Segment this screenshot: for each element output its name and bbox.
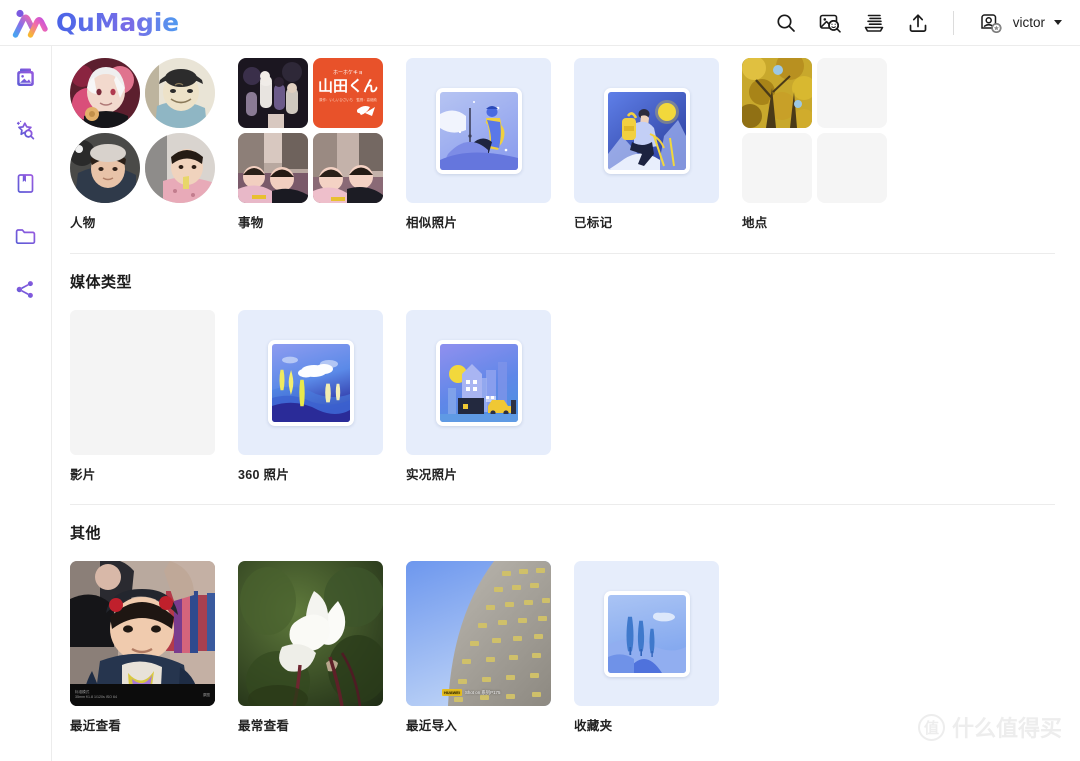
illustration-flag bbox=[406, 58, 551, 203]
section-divider bbox=[70, 253, 1055, 254]
tile-live-photo[interactable]: 实况照片 bbox=[406, 310, 551, 483]
tile-recently-imported[interactable]: HUAWEI Shot on 系列P175 最近导入 bbox=[406, 561, 551, 734]
exif-right: 原图 bbox=[202, 692, 210, 697]
section-title: 其他 bbox=[70, 525, 102, 542]
empty-thumbnail bbox=[817, 133, 887, 203]
tile-label: 已标记 bbox=[574, 216, 613, 230]
illustration-city bbox=[406, 310, 551, 455]
photo-kid: 标准模式 35mm f/1.8 1/120s ISO 64 原图 bbox=[70, 561, 215, 706]
avatar bbox=[70, 133, 140, 203]
svg-text:原作：いしいひさいち 監督：高畑勲: 原作：いしいひさいち 監督：高畑勲 bbox=[319, 97, 377, 102]
svg-text:山田くん: 山田くん bbox=[318, 78, 378, 95]
slideshow-icon[interactable] bbox=[863, 12, 885, 34]
section-media-type: 媒体类型 影片 360 照片 实况照片 bbox=[70, 253, 1080, 483]
brand[interactable]: QuMagie bbox=[0, 8, 179, 38]
avatar bbox=[70, 58, 140, 128]
watermark-text: 什么值得买 bbox=[951, 716, 1062, 741]
section-title: 媒体类型 bbox=[70, 274, 133, 291]
toolbar-divider bbox=[952, 10, 954, 35]
image-search-icon[interactable] bbox=[819, 12, 841, 34]
places-grid bbox=[742, 58, 887, 203]
top-bar-actions: victor bbox=[775, 0, 1080, 45]
tile-tagged[interactable]: 已标记 bbox=[574, 58, 719, 231]
chevron-down-icon[interactable] bbox=[1054, 20, 1062, 25]
people-grid bbox=[70, 58, 215, 203]
section-top: 人物 ホーホケキョ 山田くん 原作：いしいひさいち 監督：高畑勲 事物 相似照片… bbox=[70, 46, 1080, 231]
sidebar-item-albums[interactable] bbox=[9, 166, 43, 200]
tile-video[interactable]: 影片 bbox=[70, 310, 215, 483]
exif-line-2: 35mm f/1.8 1/120s ISO 64 bbox=[75, 695, 117, 699]
photo-building: HUAWEI Shot on 系列P175 bbox=[406, 561, 551, 706]
shot-on-watermark: HUAWEI Shot on 系列P175 bbox=[442, 689, 500, 696]
tile-label: 相似照片 bbox=[406, 216, 458, 230]
sidebar bbox=[0, 46, 52, 761]
sidebar-item-shared[interactable] bbox=[9, 272, 43, 306]
avatar bbox=[145, 58, 215, 128]
tile-row-media: 影片 360 照片 实况照片 bbox=[70, 310, 1080, 483]
tile-label: 人物 bbox=[70, 216, 96, 230]
shot-chip: HUAWEI bbox=[442, 689, 462, 696]
watermark-mark: 值 bbox=[917, 713, 945, 741]
tile-label: 收藏夹 bbox=[574, 719, 613, 733]
tile-recently-viewed[interactable]: 标准模式 35mm f/1.8 1/120s ISO 64 原图 最近查看 bbox=[70, 561, 215, 734]
thumbnail bbox=[742, 58, 812, 128]
thumbnail: ホーホケキョ 山田くん 原作：いしいひさいち 監督：高畑勲 bbox=[313, 58, 383, 128]
user-menu[interactable]: victor bbox=[978, 10, 1062, 36]
qumagie-logo-icon bbox=[12, 8, 48, 38]
tile-360-photo[interactable]: 360 照片 bbox=[238, 310, 383, 483]
tile-row-other: 标准模式 35mm f/1.8 1/120s ISO 64 原图 最近查看 最常… bbox=[70, 561, 1080, 734]
tile-row-top: 人物 ホーホケキョ 山田くん 原作：いしいひさいち 監督：高畑勲 事物 相似照片… bbox=[70, 58, 1080, 231]
empty-thumbnail bbox=[817, 58, 887, 128]
tile-label: 最近查看 bbox=[70, 719, 122, 733]
tile-things[interactable]: ホーホケキョ 山田くん 原作：いしいひさいち 監督：高畑勲 事物 bbox=[238, 58, 383, 231]
exif-line-1: 标准模式 bbox=[75, 689, 90, 694]
illustration-trees bbox=[574, 561, 719, 706]
user-name: victor bbox=[1012, 15, 1045, 30]
tile-places[interactable]: 地点 bbox=[742, 58, 887, 231]
tile-label: 最常查看 bbox=[238, 719, 290, 733]
things-grid: ホーホケキョ 山田くん 原作：いしいひさいち 監督：高畑勲 bbox=[238, 58, 383, 203]
top-bar: QuMagie victor bbox=[0, 0, 1080, 46]
section-divider bbox=[70, 504, 1055, 505]
tile-most-viewed[interactable]: 最常查看 bbox=[238, 561, 383, 734]
tile-favorites[interactable]: 收藏夹 bbox=[574, 561, 719, 734]
sidebar-item-photos[interactable] bbox=[9, 60, 43, 94]
sidebar-item-explore[interactable] bbox=[9, 113, 43, 147]
tile-label: 地点 bbox=[742, 216, 768, 230]
main-content: 人物 ホーホケキョ 山田くん 原作：いしいひさいち 監督：高畑勲 事物 相似照片… bbox=[53, 46, 1080, 761]
user-avatar-icon bbox=[978, 10, 1004, 36]
thumbnail bbox=[238, 58, 308, 128]
illustration-landscape bbox=[238, 310, 383, 455]
app-title: QuMagie bbox=[56, 8, 179, 37]
search-icon[interactable] bbox=[775, 12, 797, 34]
thumbnail bbox=[313, 133, 383, 203]
tile-similar-photos[interactable]: 相似照片 bbox=[406, 58, 551, 231]
tile-people[interactable]: 人物 bbox=[70, 58, 215, 231]
tile-label: 影片 bbox=[70, 468, 96, 482]
tile-label: 360 照片 bbox=[238, 468, 290, 482]
upload-icon[interactable] bbox=[907, 12, 929, 34]
exif-overlay: 标准模式 35mm f/1.8 1/120s ISO 64 原图 bbox=[70, 684, 215, 706]
thumbnail bbox=[238, 133, 308, 203]
svg-text:ホーホケキョ: ホーホケキョ bbox=[333, 69, 363, 76]
photo-flower bbox=[238, 561, 383, 706]
tile-label: 事物 bbox=[238, 216, 264, 230]
site-watermark: 值 什么值得买 bbox=[917, 711, 1062, 743]
section-other: 其他 标准模式 35mm f/1.8 1/120s ISO 64 原图 最近查看… bbox=[70, 504, 1080, 734]
tile-label: 最近导入 bbox=[406, 719, 458, 733]
shot-text: Shot on 系列P175 bbox=[465, 689, 501, 695]
empty-tile bbox=[70, 310, 215, 455]
sidebar-item-folders[interactable] bbox=[9, 219, 43, 253]
tile-label: 实况照片 bbox=[406, 468, 458, 482]
avatar bbox=[145, 133, 215, 203]
empty-thumbnail bbox=[742, 133, 812, 203]
illustration-hiker bbox=[574, 58, 719, 203]
